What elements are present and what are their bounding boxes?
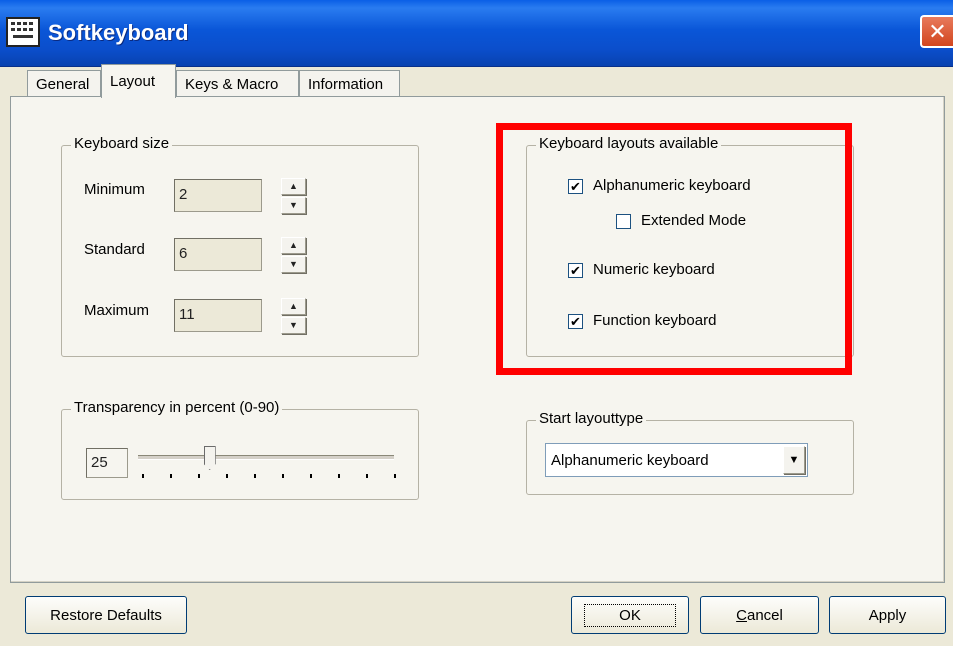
transparency-value[interactable]: 25: [86, 448, 128, 478]
cancel-label: Cancel: [736, 607, 783, 624]
maximum-label: Maximum: [84, 302, 150, 319]
maximum-input[interactable]: 11: [174, 299, 262, 332]
highlight-annotation: [496, 123, 852, 375]
tab-label: Keys & Macro: [185, 75, 279, 93]
tab-label: Layout: [110, 73, 156, 90]
spin-up-icon[interactable]: ▲: [281, 178, 306, 195]
tab-layout[interactable]: Layout: [101, 64, 176, 98]
apply-label: Apply: [868, 606, 907, 624]
title-bar: Softkeyboard ✕: [0, 0, 953, 67]
spin-up-icon[interactable]: ▲: [281, 298, 306, 315]
slider-tick: [338, 474, 340, 478]
start-layouttype-select[interactable]: Alphanumeric keyboard ▼: [545, 443, 808, 477]
close-icon: ✕: [928, 18, 947, 44]
slider-tick: [310, 474, 312, 478]
chevron-down-icon[interactable]: ▼: [783, 446, 805, 474]
slider-tick: [198, 474, 200, 478]
apply-button[interactable]: Apply: [829, 596, 946, 634]
slider-tick: [170, 474, 172, 478]
ok-button[interactable]: OK: [571, 596, 689, 634]
standard-input[interactable]: 6: [174, 238, 262, 271]
keyboard-icon: [6, 17, 40, 47]
transparency-slider-track[interactable]: [138, 455, 394, 460]
tab-information[interactable]: Information: [299, 70, 400, 97]
select-value: Alphanumeric keyboard: [551, 452, 709, 469]
restore-defaults-button[interactable]: Restore Defaults: [25, 596, 187, 634]
cancel-button[interactable]: Cancel: [700, 596, 819, 634]
slider-tick: [282, 474, 284, 478]
slider-tick: [254, 474, 256, 478]
spin-up-icon[interactable]: ▲: [281, 237, 306, 254]
cancel-rest: ancel: [746, 606, 783, 624]
standard-label: Standard: [84, 241, 145, 258]
tab-label: Information: [308, 75, 384, 93]
minimum-label: Minimum: [84, 181, 145, 198]
keyboard-size-legend: Keyboard size: [71, 135, 173, 153]
restore-defaults-label: Restore Defaults: [50, 606, 162, 624]
slider-tick: [142, 474, 144, 478]
minimum-spinner[interactable]: ▲ ▼: [281, 178, 306, 214]
spin-down-icon[interactable]: ▼: [281, 197, 306, 214]
transparency-legend: Transparency in percent (0-90): [71, 399, 283, 417]
standard-spinner[interactable]: ▲ ▼: [281, 237, 306, 273]
slider-tick: [366, 474, 368, 478]
tab-general[interactable]: General: [27, 70, 101, 97]
cancel-mnemonic: C: [736, 606, 747, 624]
close-button[interactable]: ✕: [920, 15, 953, 48]
start-layouttype-legend: Start layouttype: [536, 410, 647, 428]
slider-tick: [226, 474, 228, 478]
window-title: Softkeyboard: [48, 20, 189, 45]
spin-down-icon[interactable]: ▼: [281, 317, 306, 334]
minimum-input[interactable]: 2: [174, 179, 262, 212]
ok-label: OK: [584, 603, 676, 627]
maximum-spinner[interactable]: ▲ ▼: [281, 298, 306, 334]
slider-tick: [394, 474, 396, 478]
tab-label: General: [36, 75, 90, 93]
tab-keys-macro[interactable]: Keys & Macro: [176, 70, 299, 97]
spin-down-icon[interactable]: ▼: [281, 256, 306, 273]
